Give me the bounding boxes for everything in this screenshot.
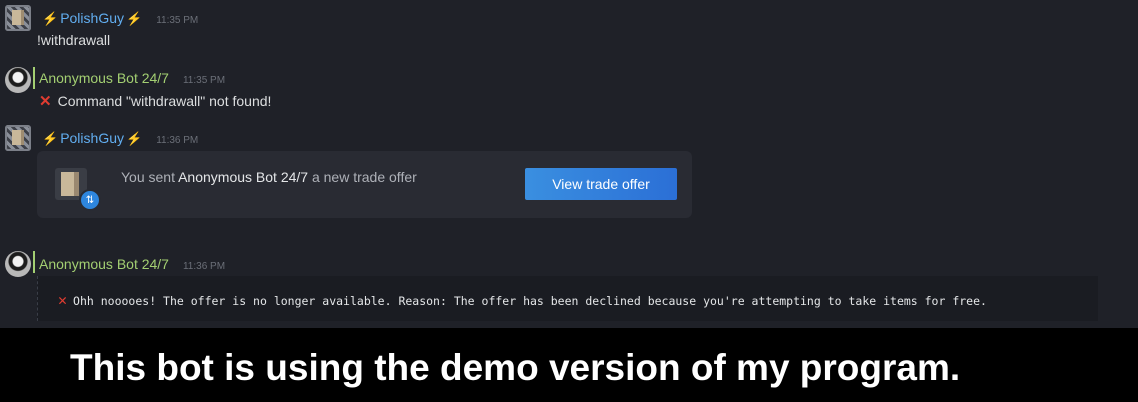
author-name[interactable]: ⚡ PolishGuy ⚡ <box>42 10 142 27</box>
bot-avatar-icon[interactable] <box>5 67 31 93</box>
trade-text-bot-name: Anonymous Bot 24/7 <box>178 169 309 185</box>
timestamp: 11:36 PM <box>182 261 226 272</box>
bot-accent-bar <box>33 251 35 273</box>
lightning-bolt-icon: ⚡ <box>42 131 59 146</box>
user-avatar-icon[interactable] <box>5 5 31 31</box>
message-header: Anonymous Bot 24/7 11:35 PM <box>39 70 225 86</box>
view-trade-offer-button[interactable]: View trade offer <box>525 168 677 200</box>
trade-text-prefix: You sent <box>121 169 179 185</box>
error-x-icon: ✕ <box>58 291 68 309</box>
timestamp: 11:36 PM <box>156 135 199 146</box>
trade-offer-text: You sent Anonymous Bot 24/7 a new trade … <box>121 169 417 185</box>
trade-offer-card: ⇅ You sent Anonymous Bot 24/7 a new trad… <box>37 151 692 218</box>
trade-text-suffix: a new trade offer <box>308 169 417 185</box>
trade-badge-icon: ⇅ <box>79 189 101 211</box>
author-name-text: PolishGuy <box>60 10 124 26</box>
message-text: ✕ Command "withdrawall" not found! <box>39 92 271 110</box>
error-message-box: ✕ Ohh nooooes! The offer is no longer ava… <box>37 276 1098 321</box>
bot-avatar-icon[interactable] <box>5 251 31 277</box>
message-header: ⚡ PolishGuy ⚡ 11:36 PM <box>42 130 198 147</box>
caption-bar: This bot is using the demo version of my… <box>0 328 1138 402</box>
chat-panel: ⚡ PolishGuy ⚡ 11:35 PM !withdrawall Anon… <box>0 0 1138 328</box>
error-text: Command "withdrawall" not found! <box>57 93 272 109</box>
author-name[interactable]: Anonymous Bot 24/7 <box>39 70 169 86</box>
lightning-bolt-icon: ⚡ <box>126 131 143 146</box>
author-name[interactable]: ⚡ PolishGuy ⚡ <box>42 130 142 147</box>
lightning-bolt-icon: ⚡ <box>126 11 143 26</box>
bot-accent-bar <box>33 67 35 89</box>
timestamp: 11:35 PM <box>182 75 226 86</box>
user-avatar-icon[interactable] <box>5 125 31 151</box>
error-x-icon: ✕ <box>39 93 52 110</box>
message-header: Anonymous Bot 24/7 11:36 PM <box>39 256 225 272</box>
error-message: ✕ Ohh nooooes! The offer is no longer ava… <box>58 291 987 309</box>
author-name-text: PolishGuy <box>60 130 124 146</box>
message-text: !withdrawall <box>37 32 111 48</box>
caption-text: This bot is using the demo version of my… <box>70 347 961 388</box>
timestamp: 11:35 PM <box>156 15 199 26</box>
author-name[interactable]: Anonymous Bot 24/7 <box>39 256 169 272</box>
error-text: Ohh nooooes! The offer is no longer avai… <box>73 294 987 308</box>
message-header: ⚡ PolishGuy ⚡ 11:35 PM <box>42 10 198 27</box>
lightning-bolt-icon: ⚡ <box>42 11 59 26</box>
